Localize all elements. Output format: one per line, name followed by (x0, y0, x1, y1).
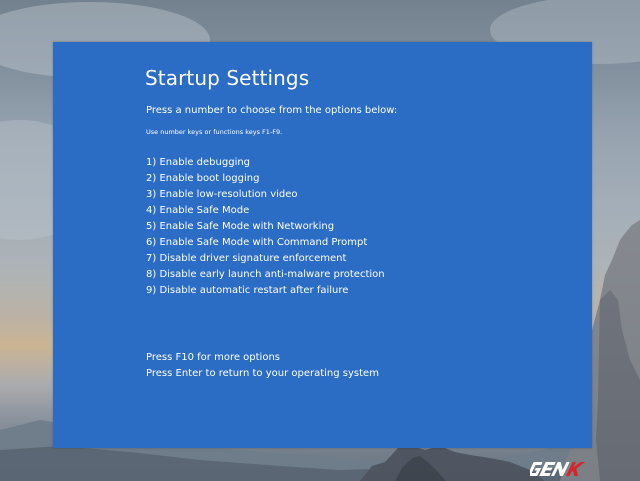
option-enable-safe-mode[interactable]: 4) Enable Safe Mode (146, 203, 385, 219)
return-to-os-text[interactable]: Press Enter to return to your operating … (146, 366, 379, 382)
option-safe-mode-networking[interactable]: 5) Enable Safe Mode with Networking (146, 219, 385, 235)
option-disable-driver-signature[interactable]: 7) Disable driver signature enforcement (146, 251, 385, 267)
instruction-text: Press a number to choose from the option… (146, 105, 398, 116)
startup-options-list: 1) Enable debugging 2) Enable boot loggi… (146, 155, 385, 299)
page-title: Startup Settings (145, 66, 310, 90)
genk-logo: GENK (527, 458, 630, 481)
option-disable-automatic-restart[interactable]: 9) Disable automatic restart after failu… (146, 283, 385, 299)
genk-logo-mark (527, 462, 586, 476)
option-enable-debugging[interactable]: 1) Enable debugging (146, 155, 385, 171)
option-disable-early-launch-antimalware[interactable]: 8) Disable early launch anti-malware pro… (146, 267, 385, 283)
more-options-text[interactable]: Press F10 for more options (146, 350, 379, 366)
option-enable-boot-logging[interactable]: 2) Enable boot logging (146, 171, 385, 187)
startup-settings-screen: Startup Settings Press a number to choos… (53, 42, 592, 448)
option-enable-low-resolution-video[interactable]: 3) Enable low-resolution video (146, 187, 385, 203)
key-hint-text: Use number keys or functions keys F1-F9. (146, 128, 283, 136)
option-safe-mode-command-prompt[interactable]: 6) Enable Safe Mode with Command Prompt (146, 235, 385, 251)
footer-instructions: Press F10 for more options Press Enter t… (146, 350, 379, 382)
